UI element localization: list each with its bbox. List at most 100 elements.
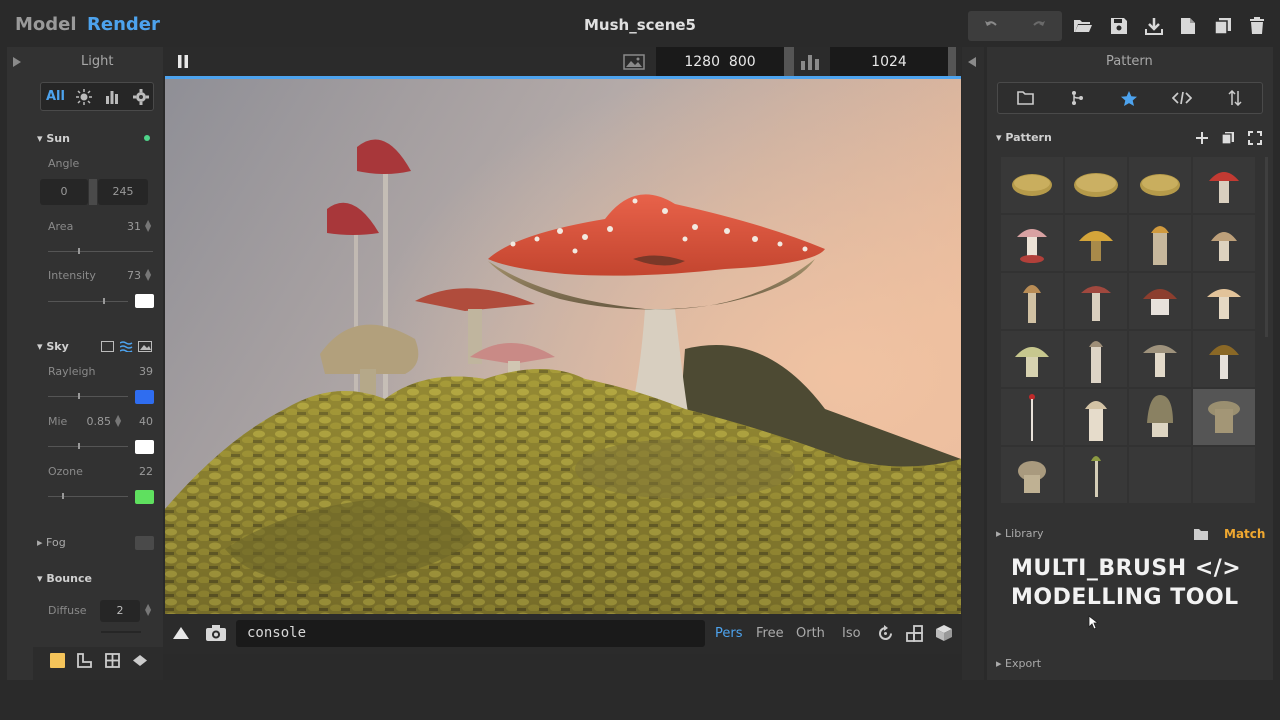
pause-icon[interactable] [177, 55, 189, 68]
bounce-section-toggle[interactable]: ▾ Bounce [37, 572, 92, 585]
sun-filter-icon[interactable] [76, 89, 92, 105]
camera-iso-tab[interactable]: Iso [842, 626, 861, 641]
diffuse-spinner[interactable]: ▲ ▼ [145, 603, 151, 617]
ozone-value[interactable]: 22 [131, 465, 153, 478]
pattern-thumb-3[interactable] [1129, 157, 1191, 213]
fog-toggle[interactable] [135, 536, 154, 550]
pattern-thumb-9[interactable] [1001, 273, 1063, 329]
library-section-toggle[interactable]: ▸ Library [996, 527, 1044, 540]
shape-icon[interactable] [77, 653, 92, 668]
sun-enabled-dot[interactable] [144, 135, 150, 141]
res-width[interactable]: 1280 [684, 54, 720, 70]
diffuse-input[interactable]: 2 [100, 600, 140, 622]
pattern-thumb-15[interactable] [1129, 331, 1191, 387]
material-icon[interactable] [50, 653, 65, 668]
camera-pers-tab[interactable]: Pers [715, 626, 743, 641]
filter-all-button[interactable]: All [46, 89, 65, 104]
image-icon[interactable] [623, 54, 645, 70]
gear-icon[interactable] [133, 89, 149, 105]
plane-icon[interactable] [132, 654, 148, 667]
pattern-section-toggle[interactable]: ▾ Pattern [996, 131, 1052, 144]
intensity-spinner[interactable]: ▲ ▼ [145, 268, 151, 282]
res-height[interactable]: 800 [729, 54, 756, 70]
mie-slider[interactable] [48, 443, 128, 449]
new-file-icon[interactable] [1173, 11, 1203, 41]
intensity-slider[interactable] [48, 298, 128, 304]
angle-a-input[interactable]: 0 [40, 179, 88, 205]
pattern-empty-2[interactable] [1193, 447, 1255, 503]
sky-waves-icon[interactable] [120, 341, 133, 352]
code-tab-icon[interactable] [1156, 85, 1208, 111]
redo-icon[interactable] [1024, 11, 1054, 41]
pattern-thumb-12[interactable] [1193, 273, 1255, 329]
pattern-thumb-17[interactable] [1001, 389, 1063, 445]
rayleigh-value[interactable]: 39 [131, 365, 153, 378]
save-icon[interactable] [1104, 11, 1134, 41]
tree-tab-icon[interactable] [1051, 85, 1103, 111]
mie-value[interactable]: 40 [131, 415, 153, 428]
camera-orth-tab[interactable]: Orth [796, 626, 825, 641]
resolution-display[interactable]: 1280 800 [656, 47, 784, 76]
rayleigh-color-swatch[interactable] [135, 390, 154, 404]
library-folder-icon[interactable] [1193, 528, 1209, 541]
area-value[interactable]: 31 [121, 220, 141, 233]
pattern-scrollbar[interactable] [1265, 157, 1268, 337]
mie-color-swatch[interactable] [135, 440, 154, 454]
pattern-thumb-1[interactable] [1001, 157, 1063, 213]
area-slider[interactable] [48, 248, 153, 254]
mie-sub-value[interactable]: 0.85 [81, 415, 112, 428]
layout-icon[interactable] [906, 625, 923, 642]
pattern-thumb-7[interactable] [1129, 215, 1191, 271]
console-input[interactable]: console [236, 620, 705, 647]
pattern-thumb-10[interactable] [1065, 273, 1127, 329]
render-viewport[interactable] [165, 79, 961, 614]
pattern-thumb-4[interactable] [1193, 157, 1255, 213]
mie-spinner[interactable]: ▲ ▼ [115, 414, 121, 428]
intensity-color-swatch[interactable] [135, 294, 154, 308]
sky-image-icon[interactable] [138, 341, 152, 352]
pattern-thumb-20-selected[interactable] [1193, 389, 1255, 445]
add-pattern-icon[interactable] [1195, 131, 1209, 145]
camera-free-tab[interactable]: Free [756, 626, 784, 641]
triangle-icon[interactable] [172, 626, 190, 640]
sky-flat-icon[interactable] [101, 341, 114, 352]
pattern-thumb-16[interactable] [1193, 331, 1255, 387]
export-section-toggle[interactable]: ▸ Export [996, 657, 1041, 670]
pattern-thumb-19[interactable] [1129, 389, 1191, 445]
match-button[interactable]: Match [1224, 527, 1265, 541]
camera-icon[interactable] [205, 624, 227, 642]
copy-icon[interactable] [1208, 11, 1238, 41]
rayleigh-slider[interactable] [48, 393, 128, 399]
folder-tab-icon[interactable] [999, 85, 1051, 111]
download-icon[interactable] [1139, 11, 1169, 41]
reset-camera-icon[interactable] [877, 625, 894, 642]
collapse-right-icon[interactable] [967, 56, 977, 68]
grid-icon[interactable] [105, 653, 120, 668]
stats-icon[interactable] [800, 54, 820, 70]
duplicate-pattern-icon[interactable] [1221, 131, 1235, 145]
pattern-thumb-22[interactable] [1065, 447, 1127, 503]
angle-b-input[interactable]: 245 [98, 179, 148, 205]
expand-left-icon[interactable] [12, 56, 22, 68]
area-spinner[interactable]: ▲ ▼ [145, 219, 151, 233]
sort-tab-icon[interactable] [1209, 85, 1261, 111]
pattern-thumb-14[interactable] [1065, 331, 1127, 387]
pattern-thumb-13[interactable] [1001, 331, 1063, 387]
pattern-thumb-11[interactable] [1129, 273, 1191, 329]
folder-open-icon[interactable] [1068, 11, 1098, 41]
fog-section-toggle[interactable]: ▸ Fog [37, 536, 66, 549]
pattern-thumb-21[interactable] [1001, 447, 1063, 503]
trash-icon[interactable] [1242, 11, 1272, 41]
sun-section-toggle[interactable]: ▾ Sun [37, 132, 70, 145]
pattern-thumb-2[interactable] [1065, 157, 1127, 213]
chart-filter-icon[interactable] [105, 90, 119, 104]
pattern-empty-1[interactable] [1129, 447, 1191, 503]
pattern-thumb-5[interactable] [1001, 215, 1063, 271]
pattern-thumb-18[interactable] [1065, 389, 1127, 445]
undo-icon[interactable] [976, 11, 1006, 41]
ozone-color-swatch[interactable] [135, 490, 154, 504]
intensity-value[interactable]: 73 [121, 269, 141, 282]
ozone-slider[interactable] [48, 493, 128, 499]
star-tab-icon[interactable] [1103, 85, 1155, 111]
fullscreen-icon[interactable] [1248, 131, 1262, 145]
